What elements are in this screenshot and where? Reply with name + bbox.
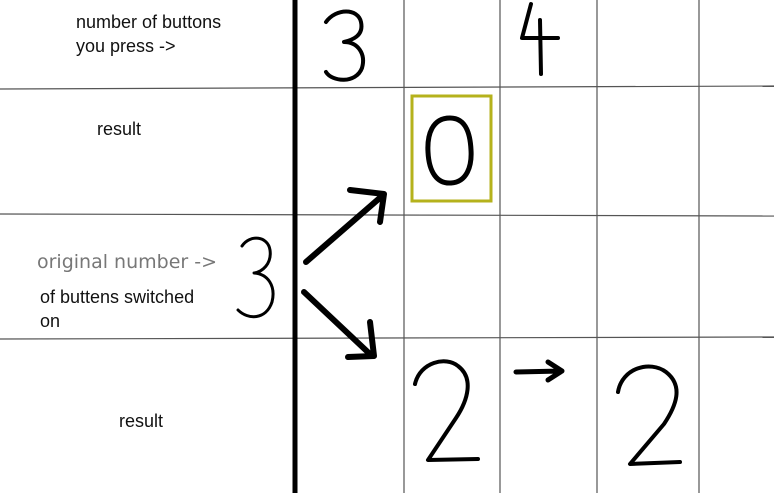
original-label-line2: of buttens switched [40,287,195,307]
arrow-down-right [301,289,377,360]
original-label-line3: on [40,311,61,331]
diagram-canvas: number of buttons you press -> result or… [0,0,774,493]
digit-original [236,236,275,319]
original-label-line1: original number -> [37,251,218,273]
digit-result-top [425,115,474,186]
buttons-label-line1: number of buttons [76,12,222,32]
buttons-label-line2: you press -> [76,36,176,56]
grid-line-row-2 [0,213,774,217]
digit-result-bottom-a [413,359,480,462]
result-top-label: result [97,119,142,139]
digit-pressed-a [324,9,365,82]
arrow-right-small [513,359,565,383]
digit-result-bottom-b [616,364,682,466]
grid-line-row-1 [0,85,774,90]
result-bottom-label: result [119,411,164,431]
grid-line-row-3 [0,336,774,340]
arrow-up-right [303,187,387,265]
grid-drawing [0,0,774,493]
digit-pressed-b [520,2,560,76]
